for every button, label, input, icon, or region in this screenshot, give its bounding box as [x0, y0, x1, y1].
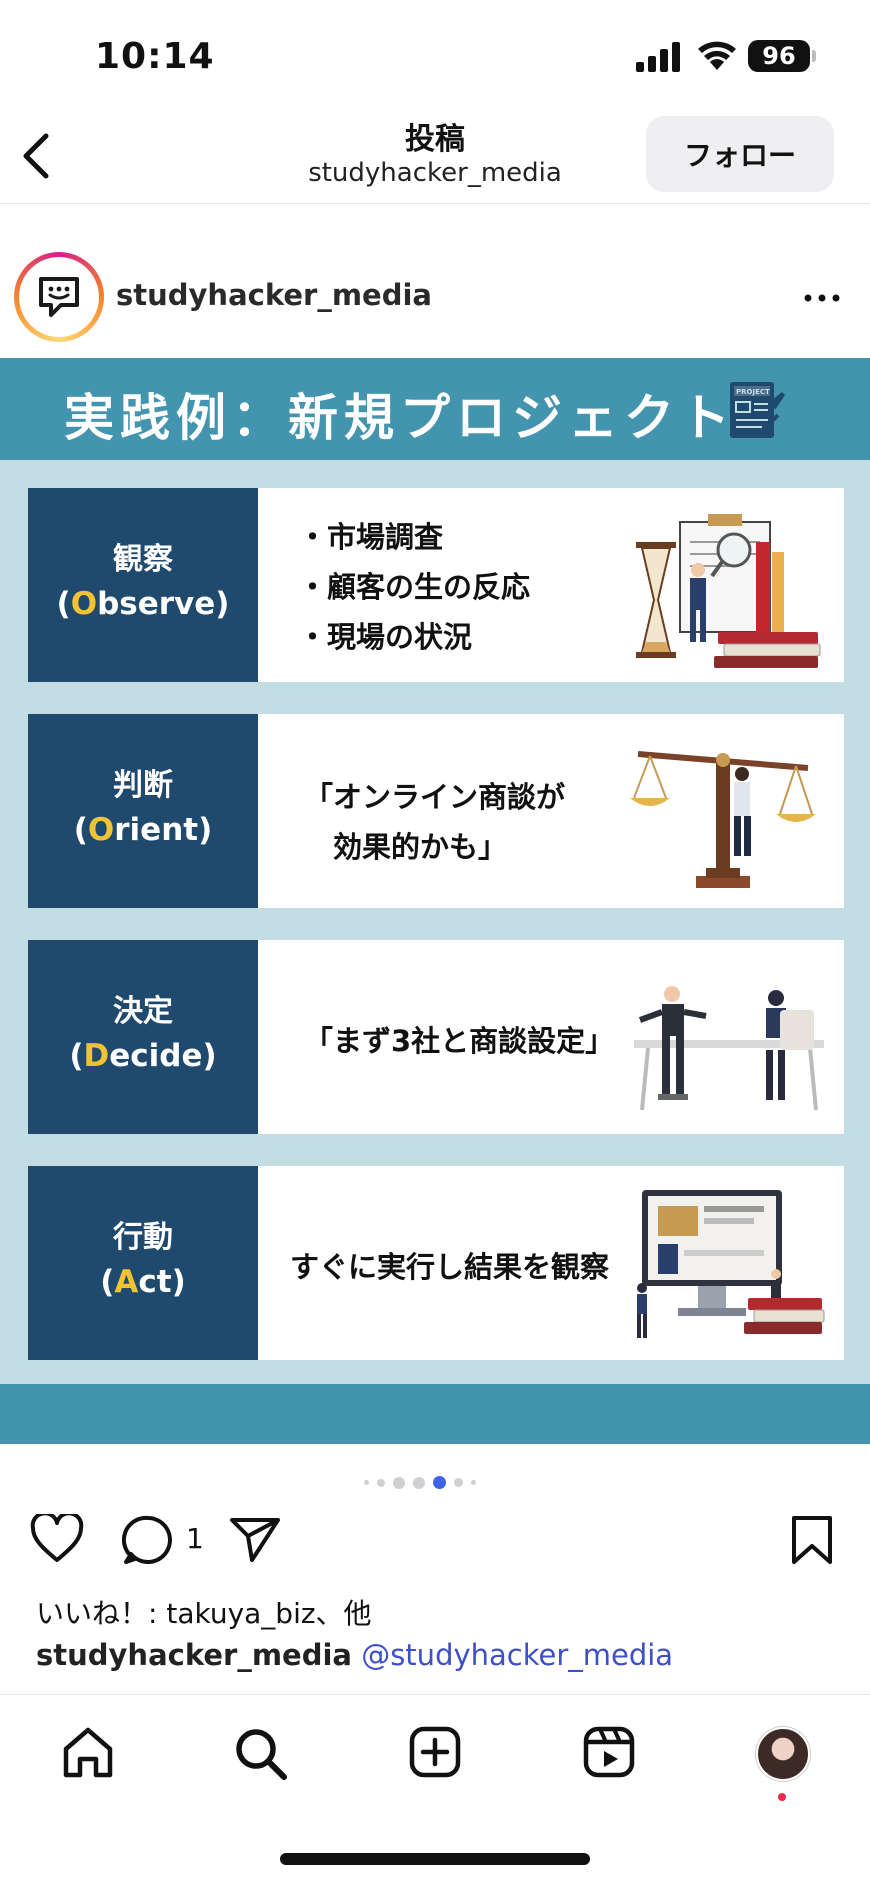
ooda-row-decide: 決定 (Decide) 「まず3社と商談設定」 — [28, 940, 844, 1134]
post-username[interactable]: studyhacker_media — [116, 278, 432, 312]
row-text-line: 効果的かも」 — [304, 830, 508, 864]
carousel-dot-active — [433, 1476, 446, 1489]
row-text-line: ・現場の状況 — [298, 620, 473, 654]
row-label: 判断 (Orient) — [28, 714, 258, 908]
row-text-line: 「オンライン商談が — [304, 780, 566, 814]
caption: studyhacker_media @studyhacker_media — [36, 1638, 673, 1672]
project-icon-label: PROJECT — [736, 388, 770, 396]
comment-count: 1 — [186, 1522, 204, 1555]
slide-bottom-band — [0, 1384, 870, 1444]
battery-tip — [812, 50, 816, 62]
row-label-jp: 行動 — [113, 1220, 173, 1255]
chat-logo-icon — [39, 277, 79, 317]
wifi-icon — [698, 41, 736, 70]
bottom-tab-bar — [0, 1694, 870, 1882]
post-author-row: studyhacker_media — [0, 252, 870, 342]
scales-illustration — [630, 751, 816, 888]
row-label: 決定 (Decide) — [28, 940, 258, 1134]
more-dots-icon[interactable] — [800, 280, 844, 316]
post-nav-header: 投稿 studyhacker_media フォロー — [0, 110, 870, 204]
status-bar: 10:14 96 — [0, 0, 870, 110]
status-time: 10:14 — [95, 36, 215, 77]
row-label: 行動 (Act) — [28, 1166, 258, 1360]
follow-button[interactable]: フォロー — [646, 116, 834, 192]
carousel-dot — [471, 1480, 476, 1485]
row-label-jp: 観察 — [113, 542, 173, 577]
home-indicator — [280, 1853, 590, 1865]
create-icon[interactable] — [408, 1725, 462, 1779]
heart-icon[interactable] — [30, 1514, 84, 1564]
post-image-slide[interactable]: 実践例：新規プロジェクト PROJECT 観察 (Observe) ・市場調査 … — [0, 358, 870, 1444]
row-label-en: (Act) — [100, 1264, 186, 1300]
project-document-icon: PROJECT — [730, 382, 785, 438]
carousel-dot — [454, 1478, 463, 1487]
caption-mention[interactable]: @studyhacker_media — [361, 1638, 673, 1672]
reels-icon[interactable] — [582, 1725, 636, 1779]
meeting-illustration — [634, 986, 824, 1111]
row-text-line: ・市場調査 — [298, 520, 444, 554]
carousel-dots — [360, 1472, 510, 1489]
row-label-en: (Decide) — [69, 1038, 217, 1074]
slide-title-band: 実践例：新規プロジェクト PROJECT — [0, 358, 870, 460]
likes-text[interactable]: いいね！: takuya_biz、他 — [36, 1592, 372, 1632]
profile-avatar-tab[interactable] — [756, 1727, 810, 1781]
row-label-en: (Observe) — [56, 586, 230, 622]
carousel-dot — [377, 1478, 385, 1487]
profile-notification-dot — [778, 1793, 786, 1801]
carousel-dot — [393, 1476, 405, 1489]
row-label-en: (Orient) — [73, 812, 213, 848]
row-text-line: ・顧客の生の反応 — [298, 570, 531, 604]
row-label-jp: 決定 — [113, 994, 173, 1029]
ooda-row-orient: 判断 (Orient) 「オンライン商談が 効果的かも」 — [28, 714, 844, 908]
caption-username[interactable]: studyhacker_media — [36, 1638, 352, 1672]
bookmark-icon[interactable] — [790, 1514, 834, 1566]
row-label: 観察 (Observe) — [28, 488, 258, 682]
ooda-row-act: 行動 (Act) すぐに実行し結果を観察 — [28, 1166, 844, 1360]
row-text-line: すぐに実行し結果を観察 — [290, 1250, 610, 1284]
share-icon[interactable] — [228, 1514, 282, 1564]
ooda-row-observe: 観察 (Observe) ・市場調査 ・顧客の生の反応 ・現場の状況 — [28, 488, 844, 682]
author-avatar[interactable] — [14, 252, 104, 342]
row-text-line: 「まず3社と商談設定」 — [304, 1024, 615, 1058]
research-illustration — [636, 514, 821, 668]
carousel-dot — [413, 1476, 425, 1489]
computer-illustration — [637, 1190, 825, 1338]
post-actions: 1 — [0, 1510, 870, 1570]
battery-indicator: 96 — [748, 40, 810, 72]
cellular-signal-icon — [636, 42, 680, 72]
search-icon[interactable] — [232, 1725, 288, 1781]
home-icon[interactable] — [60, 1725, 116, 1781]
row-label-jp: 判断 — [113, 768, 173, 803]
comment-icon[interactable] — [122, 1514, 174, 1566]
carousel-dot — [364, 1480, 369, 1485]
